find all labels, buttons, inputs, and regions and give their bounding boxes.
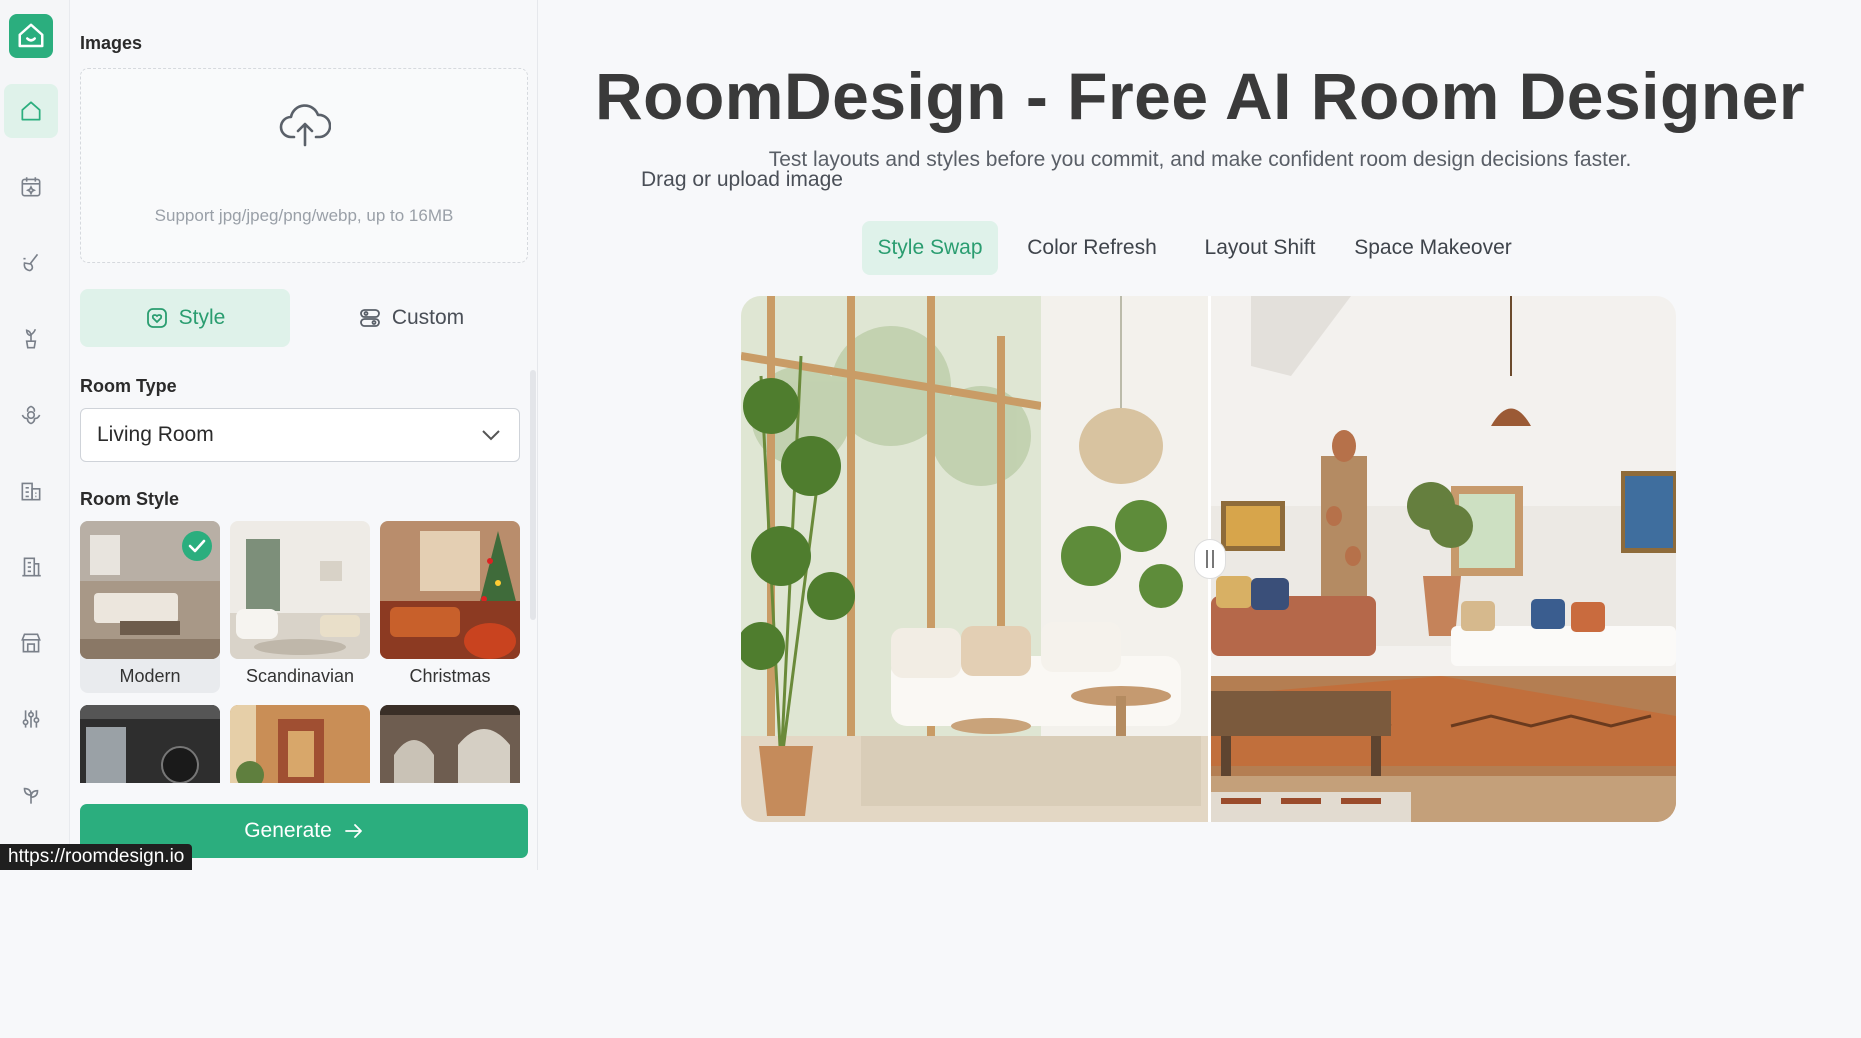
tab-style[interactable]: Style	[80, 289, 290, 347]
tab-layout-shift[interactable]: Layout Shift	[1190, 221, 1330, 275]
style-name-modern: Modern	[119, 666, 181, 686]
boho-style-thumbnail	[230, 705, 370, 783]
style-icon	[146, 308, 167, 328]
style-card-dark[interactable]	[80, 705, 220, 783]
style-card-modern[interactable]: Modern	[80, 521, 220, 693]
upload-sub-text: Support jpg/jpeg/png/webp, up to 16MB	[154, 206, 454, 225]
room-type-label: Room Type	[80, 376, 177, 396]
tab-style-label: Style	[178, 306, 226, 329]
christmas-thumbnail	[380, 521, 520, 659]
drag-handle-icon	[1206, 550, 1214, 568]
chevron-down-icon	[482, 430, 500, 441]
selected-check-icon	[182, 531, 212, 561]
paint-brush-icon[interactable]	[4, 236, 58, 290]
page-title: RoomDesign - Free AI Room Designer	[594, 59, 1806, 133]
style-card-scandinavian[interactable]: Scandinavian	[230, 521, 370, 693]
room-style-label: Room Style	[80, 489, 180, 509]
app-logo[interactable]	[9, 14, 53, 58]
mode-tabs: Style Custom	[80, 289, 528, 347]
building-icon[interactable]	[4, 464, 58, 518]
tab-custom[interactable]: Custom	[306, 289, 516, 347]
flower-icon[interactable]	[4, 388, 58, 442]
config-panel: Images Drag or upload image Support jpg/…	[70, 0, 843, 870]
storefront-icon[interactable]	[4, 616, 58, 670]
dark-style-thumbnail	[80, 705, 220, 783]
icon-rail	[0, 0, 70, 870]
sliders-icon[interactable]	[4, 692, 58, 746]
calendar-sparkle-icon[interactable]	[4, 160, 58, 214]
tab-space-makeover[interactable]: Space Makeover	[1346, 221, 1520, 275]
logo-house-icon	[18, 23, 44, 48]
link-status-bar: https://roomdesign.io	[0, 844, 193, 870]
style-card-gothic[interactable]	[380, 705, 520, 783]
tab-custom-label: Custom	[391, 306, 465, 329]
tab-style-swap[interactable]: Style Swap	[862, 221, 998, 275]
office-building-icon[interactable]	[4, 540, 58, 594]
generate-label: Generate	[244, 819, 332, 842]
sprout-icon[interactable]	[4, 768, 58, 822]
before-after-comparison[interactable]	[741, 296, 1676, 822]
cloud-upload-icon	[279, 104, 331, 147]
panel-scrollbar[interactable]	[530, 370, 536, 620]
home-icon[interactable]	[4, 84, 58, 138]
style-name-christmas: Christmas	[409, 666, 491, 686]
gothic-style-thumbnail	[380, 705, 520, 783]
tab-color-refresh[interactable]: Color Refresh	[1012, 221, 1172, 275]
room-type-select[interactable]: Living Room	[80, 408, 520, 462]
before-image	[741, 296, 1209, 822]
comparison-drag-handle[interactable]	[1194, 539, 1226, 579]
style-card-christmas[interactable]: Christmas	[380, 521, 520, 693]
room-type-value: Living Room	[97, 423, 214, 446]
main-content: RoomDesign - Free AI Room Designer Test …	[539, 0, 1861, 870]
arrow-right-icon	[344, 824, 362, 838]
style-name-scandinavian: Scandinavian	[245, 666, 355, 686]
toggle-settings-icon	[359, 309, 380, 327]
scandinavian-thumbnail	[230, 521, 370, 659]
image-upload-dropzone[interactable]: Drag or upload image Support jpg/jpeg/pn…	[80, 68, 843, 263]
after-image	[1211, 296, 1676, 822]
style-card-boho[interactable]	[230, 705, 370, 783]
page-subtitle: Test layouts and styles before you commi…	[768, 148, 1632, 171]
images-label: Images	[80, 33, 143, 53]
plant-pot-icon[interactable]	[4, 312, 58, 366]
room-style-grid: Modern Scandinavian Christmas	[80, 521, 520, 783]
